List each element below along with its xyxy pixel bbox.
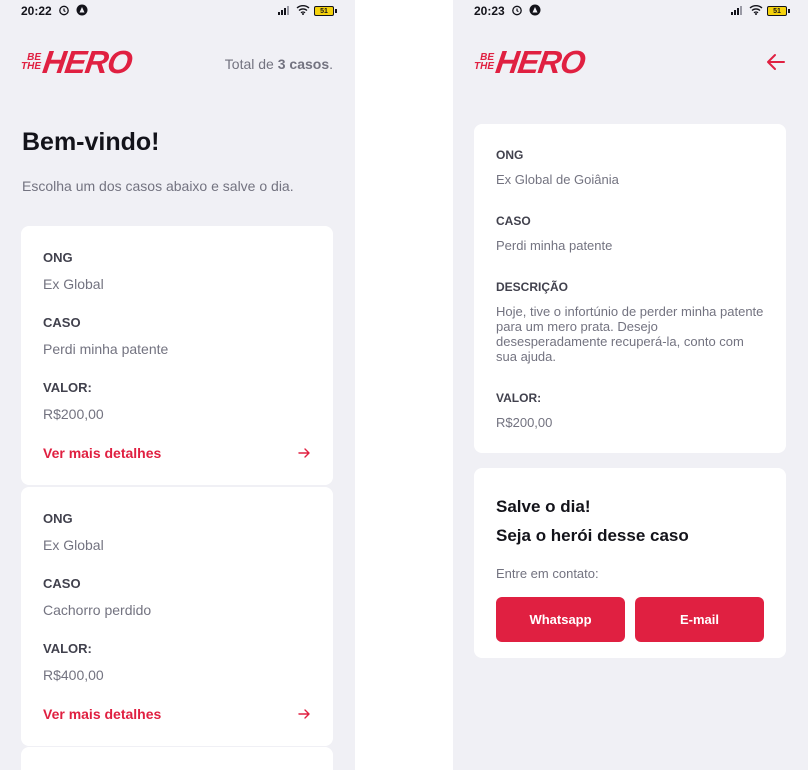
page-title: Bem-vindo! [22, 128, 160, 156]
incident-card [21, 747, 333, 770]
logo-hero: HERO [40, 44, 134, 80]
list-screen: 20:22 51 BE THE HERO Total de 3 casos. B… [0, 0, 355, 770]
details-label: Ver mais detalhes [43, 706, 162, 722]
caso-value: Cachorro perdido [43, 602, 152, 618]
battery-icon: 51 [314, 6, 337, 16]
arrow-left-icon[interactable] [764, 50, 788, 74]
total-cases: Total de 3 casos. [224, 56, 333, 72]
email-button[interactable]: E-mail [635, 597, 764, 642]
page-subtitle: Escolha um dos casos abaixo e salve o di… [22, 178, 294, 194]
ong-value: Ex Global [43, 276, 104, 292]
logo-hero: HERO [493, 44, 587, 80]
details-button[interactable]: Ver mais detalhes [43, 445, 311, 461]
ong-label: ONG [496, 148, 524, 162]
incident-card: ONG Ex Global CASO Cachorro perdido VALO… [21, 487, 333, 746]
signal-icon [278, 4, 292, 18]
contact-title-line1: Salve o dia! [496, 497, 591, 516]
ong-label: ONG [43, 511, 73, 526]
whatsapp-button[interactable]: Whatsapp [496, 597, 625, 642]
wifi-icon [749, 4, 763, 18]
caso-label: CASO [43, 576, 81, 591]
app-logo: BE THE HERO [474, 44, 587, 80]
status-right: 51 [731, 4, 790, 18]
caso-value: Perdi minha patente [496, 238, 613, 253]
valor-label: VALOR: [43, 380, 92, 395]
descricao-value: Hoje, tive o infortúnio de perder minha … [496, 304, 764, 364]
valor-value: R$400,00 [43, 667, 104, 683]
details-button[interactable]: Ver mais detalhes [43, 706, 311, 722]
valor-value: R$200,00 [496, 415, 553, 430]
ong-value: Ex Global [43, 537, 104, 553]
logo-be-the: BE THE [474, 52, 494, 72]
details-label: Ver mais detalhes [43, 445, 162, 461]
alarm-icon [58, 4, 70, 19]
alarm-icon [511, 4, 523, 19]
status-time: 20:22 [21, 4, 52, 18]
app-logo: BE THE HERO [21, 44, 134, 80]
valor-label: VALOR: [43, 641, 92, 656]
ong-label: ONG [43, 250, 73, 265]
status-right: 51 [278, 4, 337, 18]
battery-icon: 51 [767, 6, 790, 16]
caso-label: CASO [43, 315, 81, 330]
app-notification-icon [76, 4, 88, 19]
incident-detail-card: ONG Ex Global de Goiânia CASO Perdi minh… [474, 124, 786, 453]
status-bar: 20:23 51 [453, 0, 808, 22]
arrow-right-icon [298, 448, 310, 458]
signal-icon [731, 4, 745, 18]
caso-value: Perdi minha patente [43, 341, 169, 357]
total-count: 3 casos [277, 56, 330, 72]
ong-value: Ex Global de Goiânia [496, 172, 619, 187]
incident-card: ONG Ex Global CASO Perdi minha patente V… [21, 226, 333, 485]
app-notification-icon [529, 4, 541, 19]
status-time: 20:23 [474, 4, 505, 18]
descricao-label: DESCRIÇÃO [496, 280, 569, 294]
contact-actions: Whatsapp E-mail [496, 597, 764, 642]
arrow-right-icon [298, 709, 310, 719]
status-bar: 20:22 51 [0, 0, 355, 22]
valor-value: R$200,00 [43, 406, 104, 422]
valor-label: VALOR: [496, 391, 542, 405]
logo-be-the: BE THE [21, 52, 41, 72]
wifi-icon [296, 4, 310, 18]
contact-card: Salve o dia! Seja o herói desse caso Ent… [474, 468, 786, 658]
caso-label: CASO [496, 214, 531, 228]
contact-title-line2: Seja o herói desse caso [496, 526, 689, 545]
detail-screen: 20:23 51 BE THE HERO ONG Ex Global de Go… [453, 0, 808, 770]
contact-description: Entre em contato: [496, 566, 599, 581]
